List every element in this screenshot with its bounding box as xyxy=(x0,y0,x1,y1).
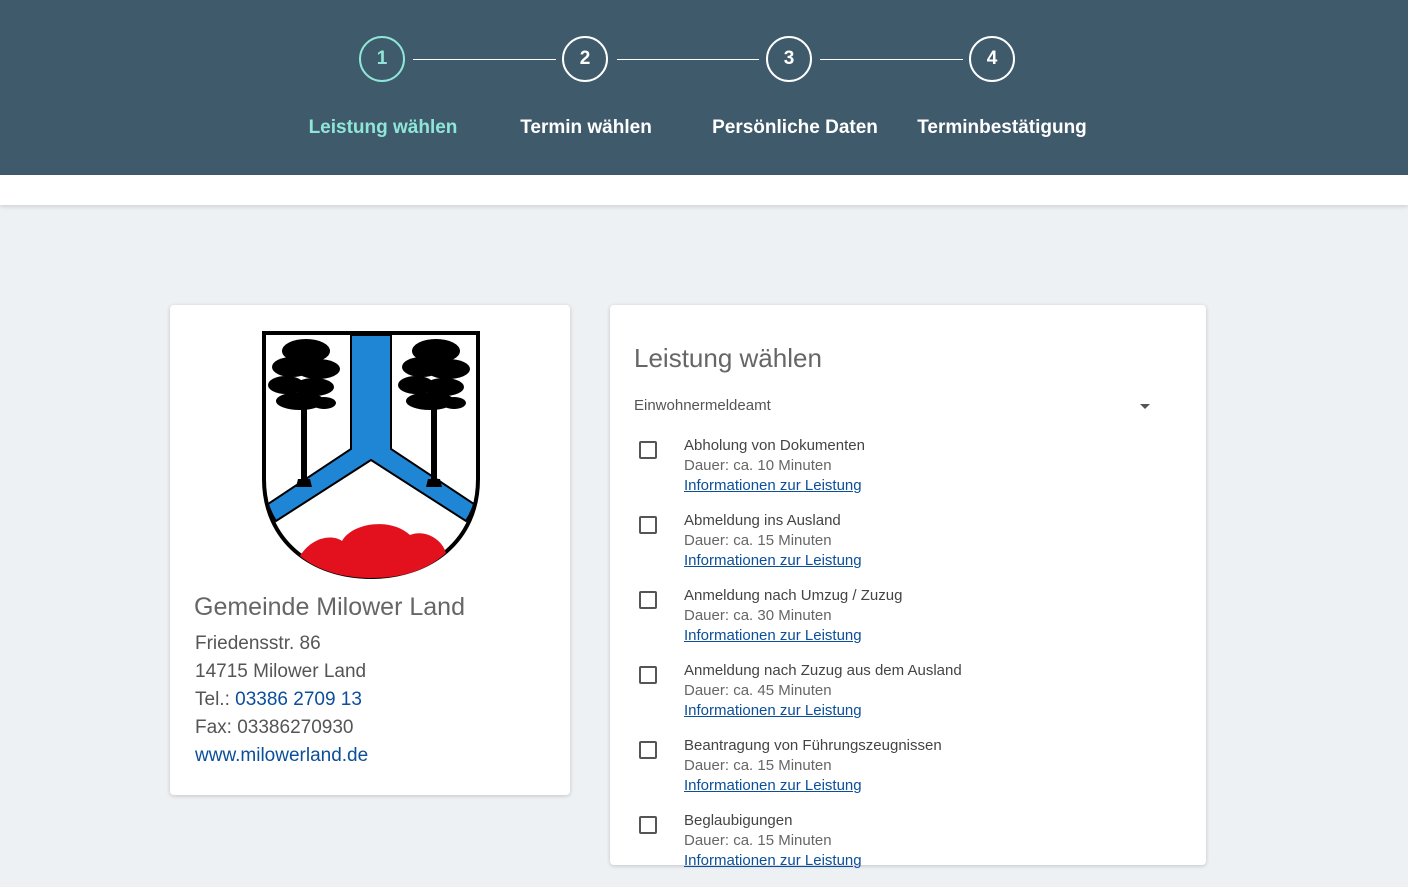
service-duration: Dauer: ca. 15 Minuten xyxy=(684,757,832,774)
step-1-label: Leistung wählen xyxy=(308,117,458,138)
service-item: Anmeldung nach Umzug / Zuzug Dauer: ca. … xyxy=(634,587,1174,662)
service-checkbox[interactable] xyxy=(639,591,657,609)
service-info-link[interactable]: Informationen zur Leistung xyxy=(684,627,862,644)
office-fax: Fax: 03386270930 xyxy=(195,717,354,738)
step-1-circle: 1 xyxy=(359,36,405,82)
step-2-circle: 2 xyxy=(562,36,608,82)
service-info-link[interactable]: Informationen zur Leistung xyxy=(684,852,862,869)
phone-link[interactable]: 03386 2709 13 xyxy=(235,689,362,710)
service-name: Beantragung von Führungszeugnissen xyxy=(684,737,942,754)
service-duration: Dauer: ca. 45 Minuten xyxy=(684,682,832,699)
service-duration: Dauer: ca. 10 Minuten xyxy=(684,457,832,474)
service-duration: Dauer: ca. 15 Minuten xyxy=(684,532,832,549)
service-name: Abholung von Dokumenten xyxy=(684,437,865,454)
step-2-label: Termin wählen xyxy=(520,117,652,138)
service-name: Anmeldung nach Zuzug aus dem Ausland xyxy=(684,662,962,679)
office-phone: Tel.: 03386 2709 13 xyxy=(195,689,362,711)
office-website-row: www.milowerland.de xyxy=(195,745,368,767)
category-dropdown[interactable]: Einwohnermeldeamt xyxy=(634,397,1150,421)
service-item: Beantragung von Führungszeugnissen Dauer… xyxy=(634,737,1174,812)
service-duration: Dauer: ca. 30 Minuten xyxy=(684,607,832,624)
service-checkbox[interactable] xyxy=(639,741,657,759)
service-name: Abmeldung ins Ausland xyxy=(684,512,841,529)
step-connector xyxy=(617,59,759,60)
service-item: Abmeldung ins Ausland Dauer: ca. 15 Minu… xyxy=(634,512,1174,587)
phone-label: Tel.: xyxy=(195,689,230,710)
service-section-title: Leistung wählen xyxy=(634,343,822,373)
service-selection-card: Leistung wählen Einwohnermeldeamt Abholu… xyxy=(610,305,1206,869)
service-checkbox[interactable] xyxy=(639,441,657,459)
service-name: Anmeldung nach Umzug / Zuzug xyxy=(684,587,903,604)
service-info-link[interactable]: Informationen zur Leistung xyxy=(684,477,862,494)
office-city: 14715 Milower Land xyxy=(195,661,367,682)
service-info-link[interactable]: Informationen zur Leistung xyxy=(684,702,862,719)
office-info-card: Gemeinde Milower Land Friedensstr. 86 14… xyxy=(170,305,570,795)
subheader-bar xyxy=(0,175,1408,205)
service-checkbox[interactable] xyxy=(639,816,657,834)
service-item: Abholung von Dokumenten Dauer: ca. 10 Mi… xyxy=(634,437,1174,512)
step-3-label: Persönliche Daten xyxy=(712,117,878,138)
step-connector xyxy=(820,59,963,60)
service-info-link[interactable]: Informationen zur Leistung xyxy=(684,552,862,569)
service-info-link[interactable]: Informationen zur Leistung xyxy=(684,777,862,794)
coat-of-arms-logo xyxy=(262,331,480,580)
dropdown-arrow-icon xyxy=(1140,404,1150,409)
step-3-circle: 3 xyxy=(766,36,812,82)
category-dropdown-value: Einwohnermeldeamt xyxy=(634,397,771,414)
website-link[interactable]: www.milowerland.de xyxy=(195,745,368,766)
step-4-label: Terminbestätigung xyxy=(917,117,1087,138)
service-item: Beglaubigungen Dauer: ca. 15 Minuten Inf… xyxy=(634,812,1174,887)
step-connector xyxy=(413,59,556,60)
service-checkbox[interactable] xyxy=(639,516,657,534)
office-name: Gemeinde Milower Land xyxy=(194,593,465,621)
service-checkbox[interactable] xyxy=(639,666,657,684)
service-name: Beglaubigungen xyxy=(684,812,793,829)
service-item: Anmeldung nach Zuzug aus dem Ausland Dau… xyxy=(634,662,1174,737)
progress-stepper: 1 2 3 4 Leistung wählen Termin wählen Pe… xyxy=(0,0,1408,175)
step-4-circle: 4 xyxy=(969,36,1015,82)
office-street: Friedensstr. 86 xyxy=(195,633,321,654)
